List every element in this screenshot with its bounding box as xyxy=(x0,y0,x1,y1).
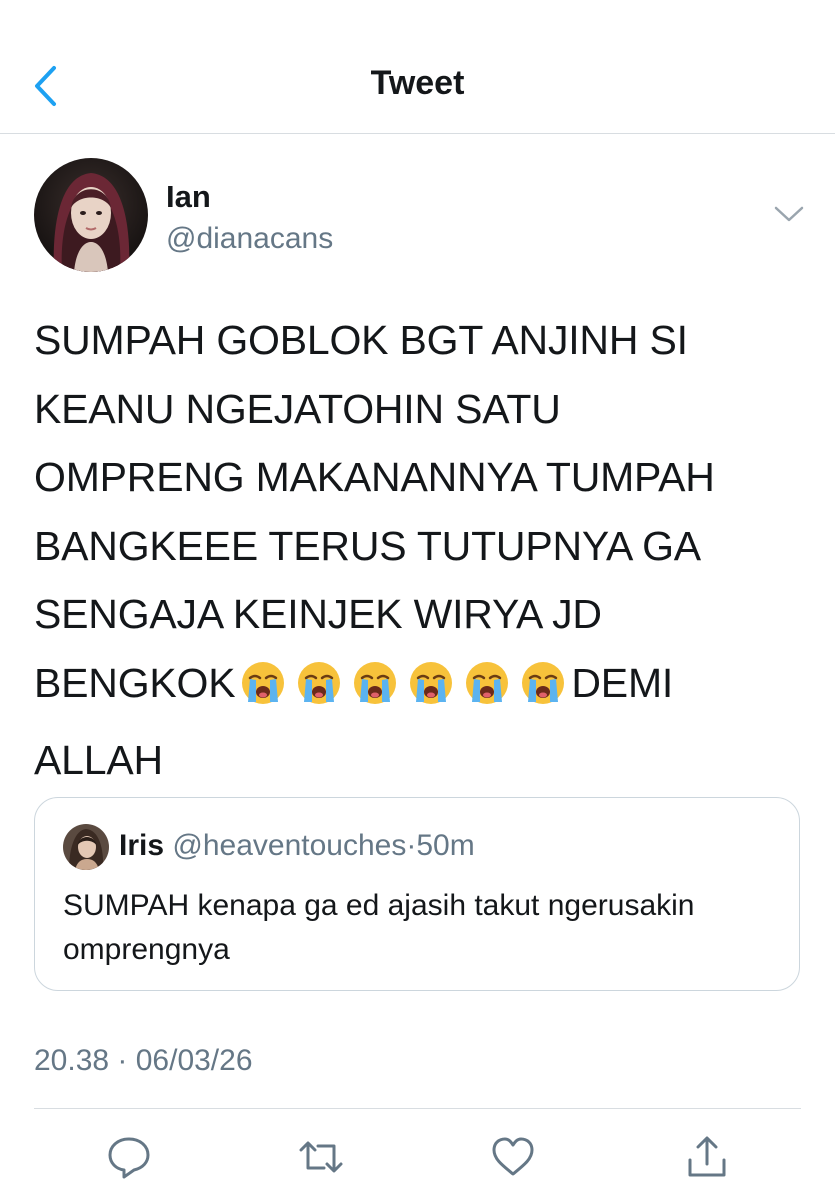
tweet-text: SUMPAH GOBLOK BGT ANJINH SI KEANU NGEJAT… xyxy=(34,306,804,795)
reply-icon xyxy=(108,1137,150,1179)
tweet-line-segment: DEMI xyxy=(571,659,674,706)
quoted-text: SUMPAH kenapa ga ed ajasih takut ngerusa… xyxy=(63,889,695,966)
quoted-time: 50m xyxy=(416,829,475,862)
user-handle[interactable]: @dianacans xyxy=(166,222,333,256)
quoted-meta: Iris @heaventouches·50m xyxy=(119,829,475,863)
tweet-line: OMPRENG MAKANANNYA TUMPAH xyxy=(34,454,715,500)
quoted-avatar-image xyxy=(63,824,109,870)
loudly-crying-face-icon xyxy=(464,658,510,727)
loudly-crying-face-icon xyxy=(352,658,398,727)
quoted-display-name: Iris xyxy=(119,829,165,862)
tweet-line-segment: BENGKOK xyxy=(34,659,236,706)
divider xyxy=(34,1108,801,1109)
tweet-line: KEANU NGEJATOHIN SATU xyxy=(34,385,561,432)
like-button[interactable] xyxy=(490,1134,536,1180)
avatar-image xyxy=(34,158,148,272)
avatar[interactable] xyxy=(34,158,148,272)
share-button[interactable] xyxy=(684,1134,730,1180)
retweet-button[interactable] xyxy=(298,1134,344,1180)
quoted-tweet-card[interactable]: Iris @heaventouches·50m SUMPAH kenapa ga… xyxy=(34,797,800,991)
reply-button[interactable] xyxy=(106,1134,152,1180)
emoji-row xyxy=(235,660,571,706)
share-icon xyxy=(688,1136,726,1177)
tweet-line: ALLAH xyxy=(34,737,163,783)
display-name[interactable]: Ian xyxy=(166,179,211,215)
tweet-line: BENGKOK DEMI xyxy=(34,649,804,727)
quoted-avatar[interactable] xyxy=(63,824,109,870)
loudly-crying-face-icon xyxy=(520,658,566,727)
tweet-line: SUMPAH GOBLOK BGT ANJINH SI xyxy=(34,317,688,363)
tweet-line: SENGAJA KEINJEK WIRYA JD xyxy=(34,591,602,637)
top-bar: Tweet xyxy=(0,0,835,134)
tweet-timestamp: 20.38 · 06/03/26 xyxy=(34,1044,253,1077)
tweet-line: BANGKEEE TERUS TUTUPNYA GA xyxy=(34,522,701,569)
like-icon xyxy=(492,1137,534,1176)
loudly-crying-face-icon xyxy=(296,658,342,727)
more-options-button[interactable] xyxy=(772,202,806,226)
page-title: Tweet xyxy=(370,64,465,102)
separator-dot: · xyxy=(406,829,417,862)
quoted-handle: @heaventouches xyxy=(172,829,407,862)
loudly-crying-face-icon xyxy=(408,658,454,727)
chevron-down-icon xyxy=(774,206,804,222)
loudly-crying-face-icon xyxy=(240,658,286,727)
retweet-icon xyxy=(299,1141,343,1173)
